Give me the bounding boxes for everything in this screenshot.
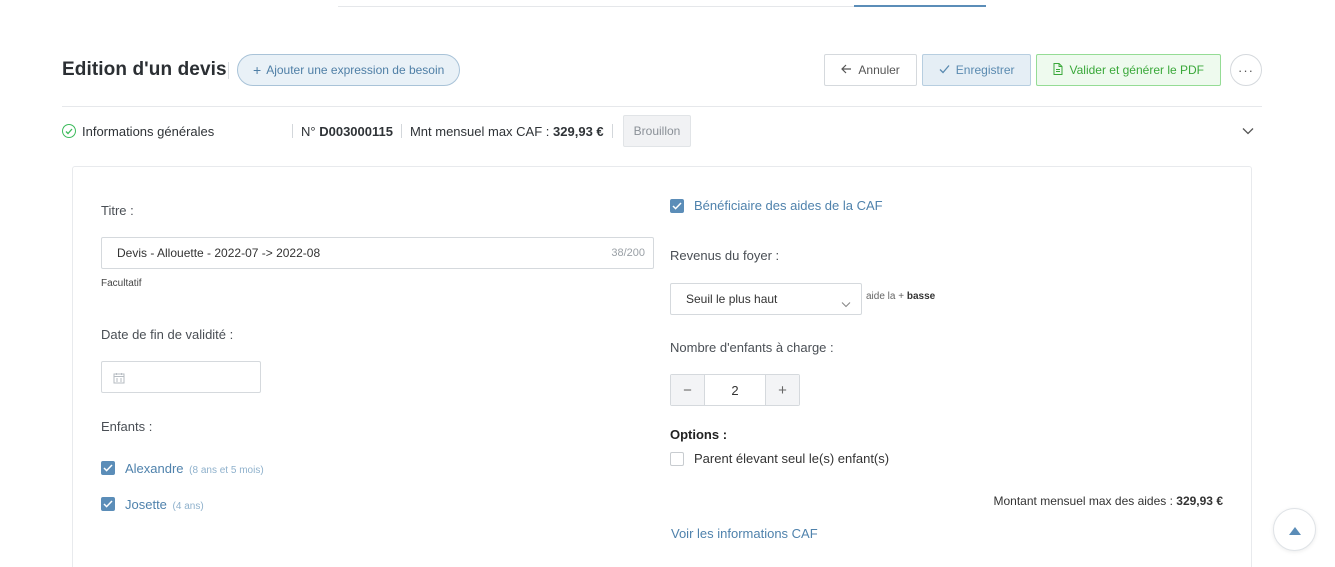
max-aid-amount: Montant mensuel max des aides : 329,93 € — [994, 494, 1224, 508]
add-need-button[interactable]: + Ajouter une expression de besoin — [237, 54, 461, 86]
children-count-input[interactable]: 2 — [704, 375, 766, 405]
validity-date-label: Date de fin de validité : — [101, 327, 234, 342]
caf-beneficiary-label[interactable]: Bénéficiaire des aides de la CAF — [694, 198, 883, 213]
save-button[interactable]: Enregistrer — [921, 54, 1032, 86]
validity-date-input[interactable] — [101, 361, 261, 393]
household-income-value: Seuil le plus haut — [686, 292, 778, 306]
household-income-label: Revenus du foyer : — [670, 248, 780, 263]
single-parent-label[interactable]: Parent élevant seul le(s) enfant(s) — [694, 451, 889, 466]
title-label: Titre : — [101, 203, 134, 218]
ellipsis-icon: ··· — [1238, 62, 1254, 78]
cancel-label: Annuler — [858, 63, 900, 77]
children-count-label: Nombre d'enfants à charge : — [670, 340, 834, 355]
aid-hint-bold: basse — [906, 291, 936, 302]
aid-hint-prefix: aide la + — [866, 291, 905, 302]
check-circle-icon — [62, 124, 76, 138]
child-item-alexandre[interactable]: Alexandre (8 ans et 5 mois) — [125, 461, 264, 476]
status-badge: Brouillon — [622, 115, 692, 147]
general-info-section: Informations générales — [62, 124, 284, 139]
child-name: Alexandre — [125, 461, 184, 476]
title-divider — [228, 62, 229, 79]
arrow-left-icon — [841, 63, 852, 77]
general-info-bar[interactable]: Informations générales N° D003000115 Mnt… — [62, 115, 1262, 147]
check-icon — [939, 63, 950, 77]
caf-max-label: Mnt mensuel max CAF : — [409, 123, 550, 139]
single-parent-checkbox[interactable] — [670, 452, 684, 466]
info-separator — [611, 124, 613, 138]
top-tab-bar — [338, 0, 986, 7]
child-age: (4 ans) — [172, 501, 204, 512]
triangle-up-icon — [1288, 522, 1301, 538]
add-need-label: Ajouter une expression de besoin — [266, 63, 445, 77]
info-separator — [400, 124, 402, 138]
caf-beneficiary-checkbox[interactable] — [670, 199, 684, 213]
header-divider — [62, 106, 1262, 107]
decrement-button[interactable]: − — [671, 375, 704, 405]
caf-info-link[interactable]: Voir les informations CAF — [671, 526, 818, 541]
max-aid-amount-label: Montant mensuel max des aides : — [993, 494, 1173, 508]
title-input[interactable]: Devis - Allouette - 2022-07 -> 2022-08 3… — [101, 237, 654, 269]
aid-hint: aide la + basse — [866, 291, 935, 302]
children-count-stepper: − 2 + — [670, 374, 800, 406]
validate-label: Valider et générer le PDF — [1069, 63, 1204, 77]
quote-number: D003000115 — [319, 123, 393, 139]
quote-number-prefix: N° — [301, 123, 316, 139]
file-pdf-icon — [1053, 62, 1063, 78]
header-actions: Annuler Enregistrer Valider et générer l… — [824, 54, 1262, 86]
child-item-josette[interactable]: Josette (4 ans) — [125, 497, 204, 512]
child-checkbox-josette[interactable] — [101, 497, 115, 511]
children-label: Enfants : — [101, 419, 153, 434]
plus-icon: + — [253, 62, 262, 78]
validate-pdf-button[interactable]: Valider et générer le PDF — [1036, 54, 1221, 86]
calendar-icon — [113, 371, 125, 387]
general-info-label: Informations générales — [82, 123, 215, 139]
child-name: Josette — [125, 497, 167, 512]
household-income-select[interactable]: Seuil le plus haut — [670, 283, 862, 315]
page-header: Edition d'un devis + Ajouter une express… — [62, 54, 1262, 86]
title-input-value: Devis - Allouette - 2022-07 -> 2022-08 — [117, 246, 321, 260]
child-age: (8 ans et 5 mois) — [189, 465, 264, 476]
max-aid-amount-value: 329,93 € — [1176, 494, 1223, 508]
title-hint: Facultatif — [101, 278, 142, 289]
active-tab-indicator — [854, 5, 986, 7]
chevron-down-icon[interactable] — [1242, 123, 1254, 138]
caf-max-value: 329,93 € — [553, 123, 604, 139]
info-separator — [292, 124, 293, 138]
child-checkbox-alexandre[interactable] — [101, 461, 115, 475]
page-title: Edition d'un devis — [62, 59, 227, 80]
chevron-down-icon — [841, 295, 851, 311]
scroll-to-top-button[interactable] — [1273, 508, 1316, 551]
options-title: Options : — [670, 427, 728, 442]
title-char-count: 38/200 — [611, 247, 645, 259]
cancel-button[interactable]: Annuler — [824, 54, 917, 86]
increment-button[interactable]: + — [766, 375, 799, 405]
save-label: Enregistrer — [955, 63, 1015, 77]
more-options-button[interactable]: ··· — [1230, 54, 1262, 86]
